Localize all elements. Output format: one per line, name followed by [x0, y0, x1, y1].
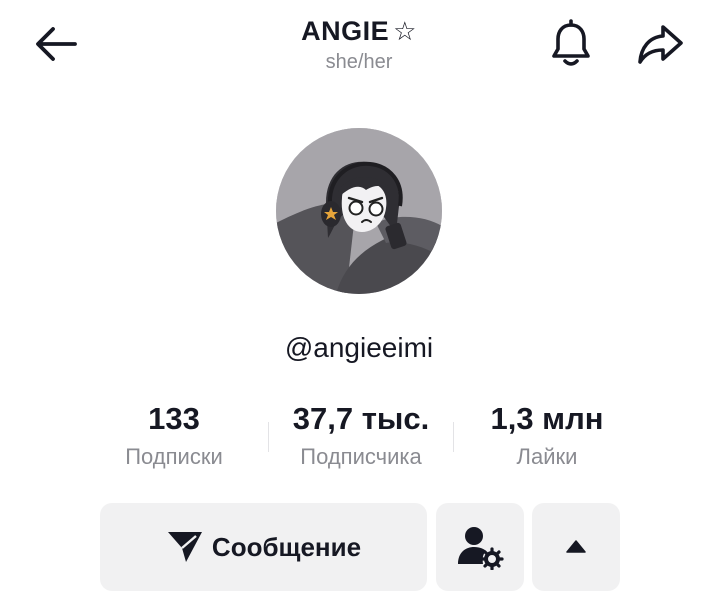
more-options-button[interactable] [532, 503, 620, 591]
likes-count: 1,3 млн [490, 401, 604, 436]
bell-icon [552, 19, 590, 66]
profile-stats: 133 Подписки 37,7 тыс. Подписчика 1,3 мл… [80, 398, 640, 474]
star-symbol: ☆ [393, 16, 417, 46]
notifications-button[interactable] [545, 18, 597, 70]
triangle-up-icon [566, 540, 586, 553]
likes-label: Лайки [516, 444, 578, 469]
avatar[interactable] [276, 128, 442, 294]
message-button[interactable]: Сообщение [100, 503, 427, 591]
user-gear-icon [458, 527, 504, 570]
followers-label: Подписчика [300, 444, 422, 469]
following-label: Подписки [125, 444, 223, 469]
stat-likes[interactable]: 1,3 млн Лайки [454, 398, 640, 474]
send-icon [167, 532, 202, 562]
pronouns: she/her [325, 51, 393, 73]
message-button-label: Сообщение [211, 531, 362, 562]
stat-followers[interactable]: 37,7 тыс. Подписчика [269, 398, 453, 474]
display-name-text: ANGIE [301, 16, 390, 46]
avatar-image [276, 128, 442, 294]
stat-following[interactable]: 133 Подписки [80, 398, 268, 474]
share-button[interactable] [632, 18, 688, 70]
friend-settings-button[interactable] [436, 503, 524, 591]
profile-display-name: ANGIE ☆ [301, 14, 417, 48]
username: @angieeimi [284, 332, 434, 363]
following-count: 133 [148, 401, 200, 436]
followers-count: 37,7 тыс. [292, 401, 430, 436]
share-arrow-icon [638, 25, 683, 64]
profile-header: ANGIE ☆ she/her [0, 14, 718, 76]
